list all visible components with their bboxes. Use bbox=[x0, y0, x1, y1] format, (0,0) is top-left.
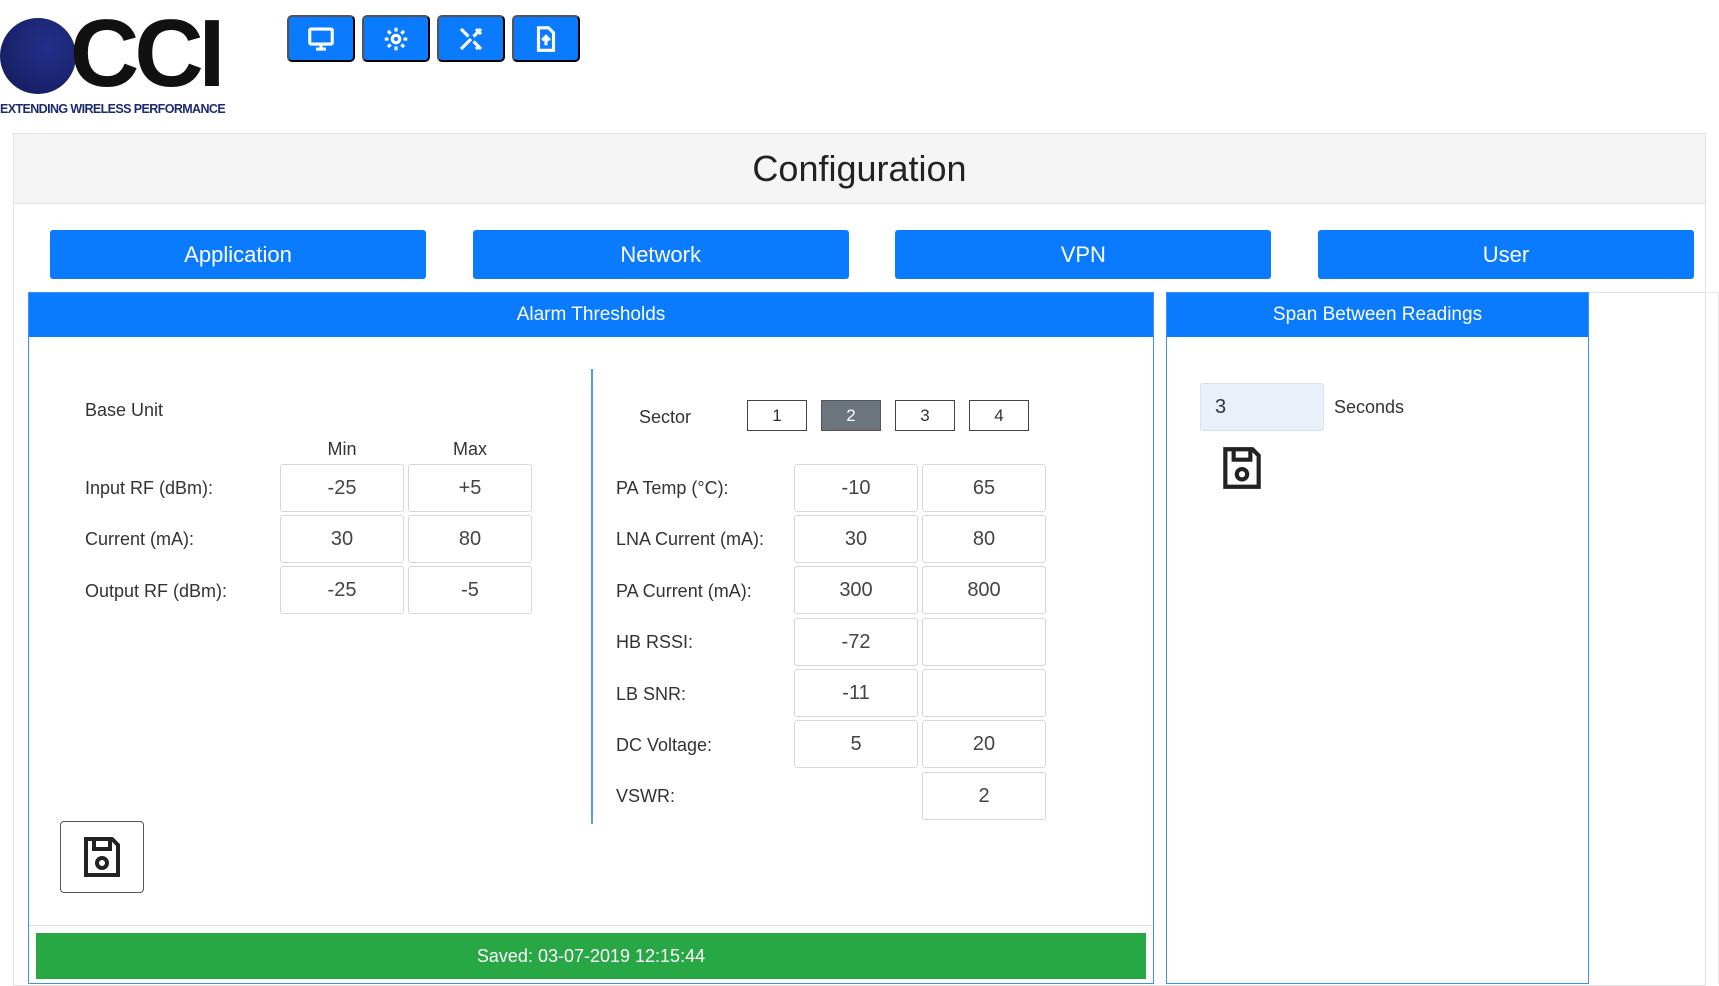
lna-current-min-field[interactable]: 30 bbox=[794, 515, 918, 563]
pa-current-max-field[interactable]: 800 bbox=[922, 566, 1046, 614]
page-title: Configuration bbox=[752, 147, 967, 189]
tab-application[interactable]: Application bbox=[50, 230, 426, 279]
gear-icon bbox=[384, 27, 408, 50]
span-seconds-input[interactable]: 3 bbox=[1200, 383, 1324, 431]
logo-globe-icon bbox=[0, 18, 76, 94]
span-between-readings-panel: Span Between Readings 3 Seconds bbox=[1166, 292, 1589, 984]
page-header: Configuration bbox=[14, 134, 1705, 204]
tools-icon bbox=[459, 27, 483, 50]
save-icon bbox=[1223, 447, 1261, 489]
logo-tagline: EXTENDING WIRELESS PERFORMANCE bbox=[0, 102, 226, 116]
monitor-icon bbox=[308, 26, 334, 51]
base-max-header: Max bbox=[452, 439, 487, 459]
sector-row-label: HB RSSI: bbox=[616, 632, 694, 652]
save-icon bbox=[84, 837, 120, 877]
base-min-header: Min bbox=[327, 439, 357, 459]
settings-button[interactable] bbox=[362, 15, 430, 62]
input-rf-max-field[interactable]: +5 bbox=[408, 464, 532, 512]
pa-temp-max-field[interactable]: 65 bbox=[922, 464, 1046, 512]
sector-label: Sector bbox=[639, 407, 692, 427]
sector-row-label: PA Temp (°C): bbox=[616, 478, 729, 498]
dc-voltage-min-field[interactable]: 5 bbox=[794, 720, 918, 768]
panel-row-frame bbox=[1589, 292, 1719, 984]
alarm-thresholds-title: Alarm Thresholds bbox=[29, 293, 1153, 337]
base-row-label: Output RF (dBm): bbox=[85, 581, 228, 601]
sector-row-label: DC Voltage: bbox=[616, 735, 713, 755]
output-rf-max-field[interactable]: -5 bbox=[408, 566, 532, 614]
save-span-button[interactable] bbox=[1217, 443, 1267, 493]
sector-3-button[interactable]: 3 bbox=[895, 400, 955, 431]
lb-snr-min-field[interactable]: -11 bbox=[794, 669, 918, 717]
dc-voltage-max-field[interactable]: 20 bbox=[922, 720, 1046, 768]
sector-row-label: LB SNR: bbox=[616, 684, 687, 704]
top-toolbar bbox=[287, 15, 580, 62]
alarm-thresholds-panel: Alarm Thresholds Base Unit Min Max Input… bbox=[28, 292, 1154, 984]
lna-current-max-field[interactable]: 80 bbox=[922, 515, 1046, 563]
config-tabs: Application Network VPN User bbox=[50, 230, 1694, 279]
base-unit-label: Base Unit bbox=[85, 400, 164, 420]
logo-text: CCI bbox=[70, 0, 225, 107]
sector-row-label: PA Current (mA): bbox=[616, 581, 752, 601]
hb-rssi-max-field[interactable] bbox=[922, 618, 1046, 666]
input-rf-min-field[interactable]: -25 bbox=[280, 464, 404, 512]
tab-user[interactable]: User bbox=[1317, 230, 1694, 279]
lb-snr-max-field[interactable] bbox=[922, 669, 1046, 717]
monitor-button[interactable] bbox=[287, 15, 355, 62]
tab-vpn[interactable]: VPN bbox=[895, 230, 1272, 279]
pa-current-min-field[interactable]: 300 bbox=[794, 566, 918, 614]
saved-separator bbox=[29, 925, 1153, 926]
seconds-label: Seconds bbox=[1334, 397, 1405, 417]
span-panel-title: Span Between Readings bbox=[1167, 293, 1588, 337]
base-row-label: Input RF (dBm): bbox=[85, 478, 214, 498]
current-max-field[interactable]: 80 bbox=[408, 515, 532, 563]
sector-2-button[interactable]: 2 bbox=[821, 400, 881, 431]
pa-temp-min-field[interactable]: -10 bbox=[794, 464, 918, 512]
panel-divider bbox=[591, 369, 593, 824]
sector-1-button[interactable]: 1 bbox=[747, 400, 807, 431]
cci-logo: CCI EXTENDING WIRELESS PERFORMANCE bbox=[0, 6, 240, 117]
hb-rssi-min-field[interactable]: -72 bbox=[794, 618, 918, 666]
file-upload-icon bbox=[536, 25, 556, 52]
output-rf-min-field[interactable]: -25 bbox=[280, 566, 404, 614]
saved-status-bar: Saved: 03-07-2019 12:15:44 bbox=[36, 933, 1146, 979]
tab-network[interactable]: Network bbox=[472, 230, 849, 279]
current-min-field[interactable]: 30 bbox=[280, 515, 404, 563]
sector-4-button[interactable]: 4 bbox=[969, 400, 1029, 431]
sector-row-label: VSWR: bbox=[616, 786, 676, 806]
save-thresholds-button[interactable] bbox=[60, 821, 144, 893]
file-upload-button[interactable] bbox=[512, 15, 580, 62]
tools-button[interactable] bbox=[437, 15, 505, 62]
vswr-max-field[interactable]: 2 bbox=[922, 772, 1046, 820]
sector-row-label: LNA Current (mA): bbox=[616, 529, 765, 549]
base-row-label: Current (mA): bbox=[85, 529, 195, 549]
